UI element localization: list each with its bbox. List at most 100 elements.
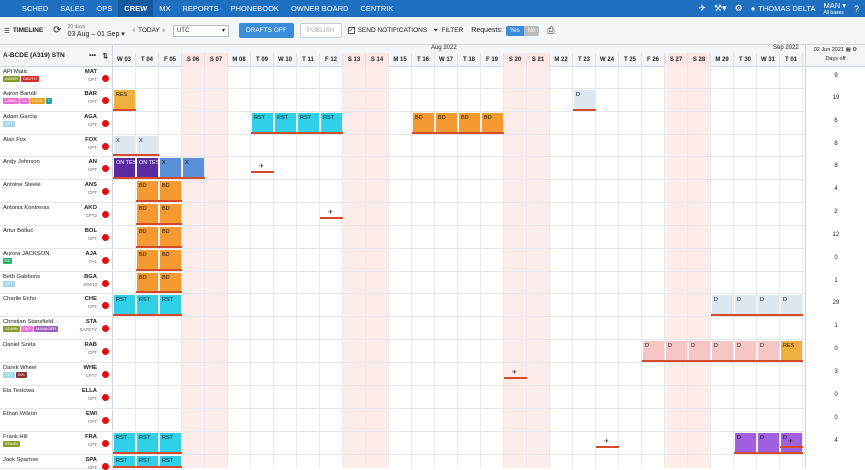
tools-icon[interactable]: ⚒▾ <box>714 3 727 14</box>
crew-row[interactable]: Andy Johnson AN CPT <box>0 157 113 180</box>
day-header[interactable]: W 03 <box>113 53 136 67</box>
duty-block[interactable]: D <box>712 341 733 360</box>
base-menu[interactable]: MAN ▾ All bases <box>823 1 846 16</box>
day-header[interactable]: S 13 <box>343 53 366 67</box>
user-menu[interactable]: ● THOMAS DELTA <box>751 4 816 13</box>
duty-block[interactable]: BD <box>137 227 158 246</box>
toggle-no[interactable]: No <box>523 25 540 36</box>
duty-block[interactable]: BD <box>482 113 503 132</box>
flight-icon[interactable]: ✈ <box>259 163 264 170</box>
gear-icon[interactable]: ⚙ <box>735 3 743 14</box>
day-header[interactable]: T 01 <box>780 53 803 67</box>
crew-row[interactable]: Antoine Steele ANS CPT <box>0 180 113 203</box>
duty-block[interactable]: D <box>735 295 756 314</box>
day-header[interactable]: T 25 <box>619 53 642 67</box>
duty-block[interactable]: D <box>574 90 595 109</box>
nav-item-centrik[interactable]: CENTRIK <box>354 0 399 17</box>
day-header[interactable]: T 23 <box>573 53 596 67</box>
crew-row[interactable]: API Matic MAT CPT ADMIN DAUTH <box>0 67 113 89</box>
duty-block[interactable]: D <box>758 433 779 452</box>
crew-row[interactable]: Charlie Echo CHE CPT <box>0 294 113 317</box>
day-header[interactable]: S 21 <box>527 53 550 67</box>
date-range[interactable]: 30 days 03 Aug – 01 Sep ▾ <box>68 24 125 38</box>
crew-name[interactable]: API Matic <box>3 69 28 75</box>
crew-row[interactable]: Daniel Szela RAB CPT <box>0 340 113 363</box>
crew-row[interactable]: Beth Gabbons BGA SPA10 CPT <box>0 272 113 294</box>
publish-button[interactable]: PUBLISH <box>299 23 342 38</box>
day-header[interactable]: M 22 <box>550 53 573 67</box>
duty-block[interactable]: BD <box>436 113 457 132</box>
duty-block[interactable]: BD <box>137 250 158 269</box>
crew-name[interactable]: Jack Sparrow <box>3 457 38 463</box>
settings-icon[interactable]: ⚙ <box>852 47 857 53</box>
flight-icon[interactable]: ✈ <box>604 438 609 445</box>
day-header[interactable]: F 12 <box>320 53 343 67</box>
duty-block[interactable]: RST <box>160 433 181 452</box>
crew-row[interactable]: Aurora JACKSON AJA FA1 FA <box>0 249 113 272</box>
crew-name[interactable]: Daniel Szela <box>3 342 36 348</box>
day-header[interactable]: W 17 <box>435 53 458 67</box>
day-header[interactable]: S 27 <box>665 53 688 67</box>
duty-block[interactable]: RST <box>114 295 135 314</box>
day-header[interactable]: F 05 <box>159 53 182 67</box>
nav-item-ops[interactable]: OPS <box>90 0 118 17</box>
day-header[interactable]: T 18 <box>458 53 481 67</box>
day-header[interactable]: T 11 <box>297 53 320 67</box>
print-icon[interactable]: ⎙ <box>547 25 554 36</box>
duty-block[interactable]: D <box>735 433 756 452</box>
nav-item-sales[interactable]: SALES <box>54 0 90 17</box>
duty-block[interactable]: RST <box>114 433 135 452</box>
duty-block[interactable]: D <box>666 341 687 360</box>
duty-block[interactable]: BD <box>160 181 181 200</box>
day-header[interactable]: W 24 <box>596 53 619 67</box>
crew-row[interactable]: Darek Wheel WHE CPT7 CPT INS <box>0 363 113 386</box>
duty-block[interactable]: ON TES <box>114 158 135 177</box>
crew-row[interactable]: Christian Stansfield STA SAFETY ADMIN DEF MAN… <box>0 317 113 340</box>
toggle-yes[interactable]: Yes <box>505 25 524 36</box>
flight-icon[interactable]: ✈ <box>788 438 793 445</box>
nav-item-crew[interactable]: CREW <box>118 0 154 17</box>
duty-block[interactable]: BD <box>160 204 181 223</box>
crew-name[interactable]: Christian Stansfield <box>3 319 53 325</box>
duty-block[interactable]: D <box>758 295 779 314</box>
duty-block[interactable]: ON TES <box>137 158 158 177</box>
plane-icon[interactable]: ✈ <box>698 3 706 14</box>
crew-name[interactable]: Darek Wheel <box>3 365 37 371</box>
day-header[interactable]: S 14 <box>366 53 389 67</box>
nav-item-owner-board[interactable]: OWNER BOARD <box>285 0 355 17</box>
day-header[interactable]: T 16 <box>412 53 435 67</box>
day-header[interactable]: T 09 <box>251 53 274 67</box>
more-icon[interactable]: ••• <box>89 52 96 59</box>
crew-row[interactable]: Ela Testowa ELLA CPT <box>0 386 113 409</box>
send-notifications-checkbox[interactable]: ✓ SEND NOTIFICATIONS <box>347 27 427 34</box>
calendar-icon[interactable]: ▦ <box>846 47 851 53</box>
timezone-select[interactable]: UTC ▾ <box>172 24 229 37</box>
nav-item-sched[interactable]: SCHED <box>16 0 54 17</box>
duty-block[interactable]: RST <box>160 456 181 466</box>
refresh-icon[interactable]: ⟳ <box>53 25 61 36</box>
duty-block[interactable]: D <box>712 295 733 314</box>
day-header[interactable]: S 28 <box>688 53 711 67</box>
duty-block[interactable]: X <box>114 136 135 154</box>
duty-block[interactable]: D <box>781 295 802 314</box>
crew-name[interactable]: Charlie Echo <box>3 296 36 302</box>
duty-block[interactable]: RST <box>298 113 319 132</box>
drafts-button[interactable]: DRAFTS OFF <box>238 23 294 38</box>
crew-name[interactable]: Beth Gabbons <box>3 274 40 280</box>
crew-name[interactable]: Andy Johnson <box>3 159 40 165</box>
crew-name[interactable]: Aaron Bartoli <box>3 91 37 97</box>
crew-name[interactable]: Alan Fox <box>3 137 26 143</box>
duty-block[interactable]: D <box>758 341 779 360</box>
duty-block[interactable]: RST <box>321 113 342 132</box>
filter-button[interactable]: ⏷ FILTER <box>433 27 463 35</box>
sort-icon[interactable]: ⇅ <box>103 52 108 60</box>
day-header[interactable]: T 30 <box>734 53 757 67</box>
crew-row[interactable]: Ethan Wilson EWI CPT <box>0 409 113 432</box>
crew-row[interactable]: Frank Hill FRA CPT ADMIN <box>0 432 113 455</box>
duty-block[interactable]: RST <box>137 295 158 314</box>
crew-name[interactable]: Adam Garcia <box>3 114 37 120</box>
crew-name[interactable]: Antoine Steele <box>3 182 41 188</box>
day-header[interactable]: M 08 <box>228 53 251 67</box>
duty-block[interactable]: RST <box>137 433 158 452</box>
crew-name[interactable]: Ethan Wilson <box>3 411 37 417</box>
